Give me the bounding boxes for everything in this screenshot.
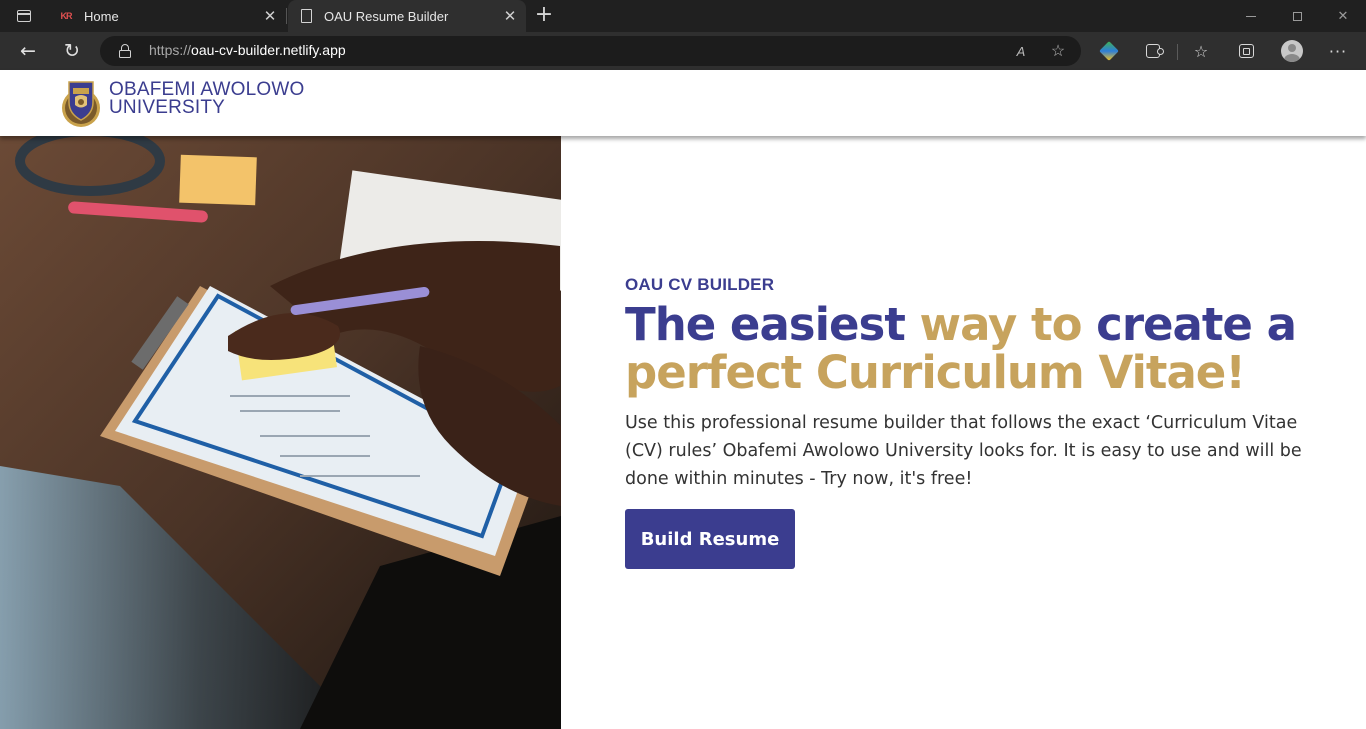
collections-icon[interactable] [1234,39,1258,63]
hero-headline: The easiest way to create a perfect Curri… [625,301,1325,397]
restore-button[interactable] [1274,0,1320,32]
browser-tab-strip: KR Home ✕ OAU Resume Builder ✕ + ✕ [0,0,1366,32]
headline-part-4: perfect Curriculum Vitae! [625,346,1246,399]
hero-content: OAU CV BUILDER The easiest way to create… [625,274,1325,569]
url-scheme: https:// [149,42,192,58]
add-favorite-icon[interactable]: ☆ [1047,41,1069,61]
address-bar[interactable]: https://oau-cv-builder.netlify.app A ☆ [100,36,1081,66]
minimize-icon [1246,15,1256,17]
page-icon [298,8,314,24]
minimize-button[interactable] [1228,0,1274,32]
tab-divider [286,8,287,24]
headline-part-1: The easiest [625,298,920,351]
hero-photo [0,136,561,729]
window-close-button[interactable]: ✕ [1320,0,1366,32]
url-host: oau-cv-builder.netlify.app [191,42,346,58]
tab-actions-icon [17,10,31,22]
new-tab-button[interactable]: + [532,4,556,28]
hero-eyebrow: OAU CV BUILDER [625,275,775,294]
extensions-puzzle-icon[interactable] [1141,39,1165,63]
university-wordmark[interactable]: OBAFEMI AWOLOWO UNIVERSITY [109,80,304,118]
university-crest-icon[interactable] [56,78,106,128]
tab-title: Home [84,8,119,24]
extension-icon[interactable] [1097,39,1121,63]
headline-part-2: way to [919,298,1083,351]
site-header: OBAFEMI AWOLOWO UNIVERSITY [0,70,1366,136]
read-aloud-icon[interactable]: A [1010,41,1032,61]
build-resume-button[interactable]: Build Resume [625,509,795,569]
kr-logo-icon: KR [60,11,73,21]
tab-home[interactable]: KR Home ✕ [48,0,286,32]
restore-icon [1292,11,1302,21]
url-text[interactable]: https://oau-cv-builder.netlify.app [149,42,346,58]
favorites-icon[interactable]: ☆ [1189,39,1213,63]
profile-avatar[interactable] [1280,39,1304,63]
lock-icon[interactable] [119,44,131,58]
tab-title: OAU Resume Builder [324,8,449,24]
hero-description: Use this professional resume builder tha… [625,413,1302,489]
close-tab-icon[interactable]: ✕ [498,4,522,28]
tab-oau-resume-builder[interactable]: OAU Resume Builder ✕ [288,0,526,32]
wordmark-line-2: UNIVERSITY [109,97,226,118]
back-button[interactable]: ← [12,35,44,67]
close-tab-icon[interactable]: ✕ [258,4,282,28]
tab-actions-button[interactable] [8,6,40,26]
more-menu-icon[interactable]: ··· [1326,39,1350,63]
browser-toolbar: ← ↻ https://oau-cv-builder.netlify.app A… [0,32,1366,70]
reload-button[interactable]: ↻ [56,35,88,67]
headline-part-3: create a [1081,298,1297,351]
toolbar-divider [1177,44,1178,60]
